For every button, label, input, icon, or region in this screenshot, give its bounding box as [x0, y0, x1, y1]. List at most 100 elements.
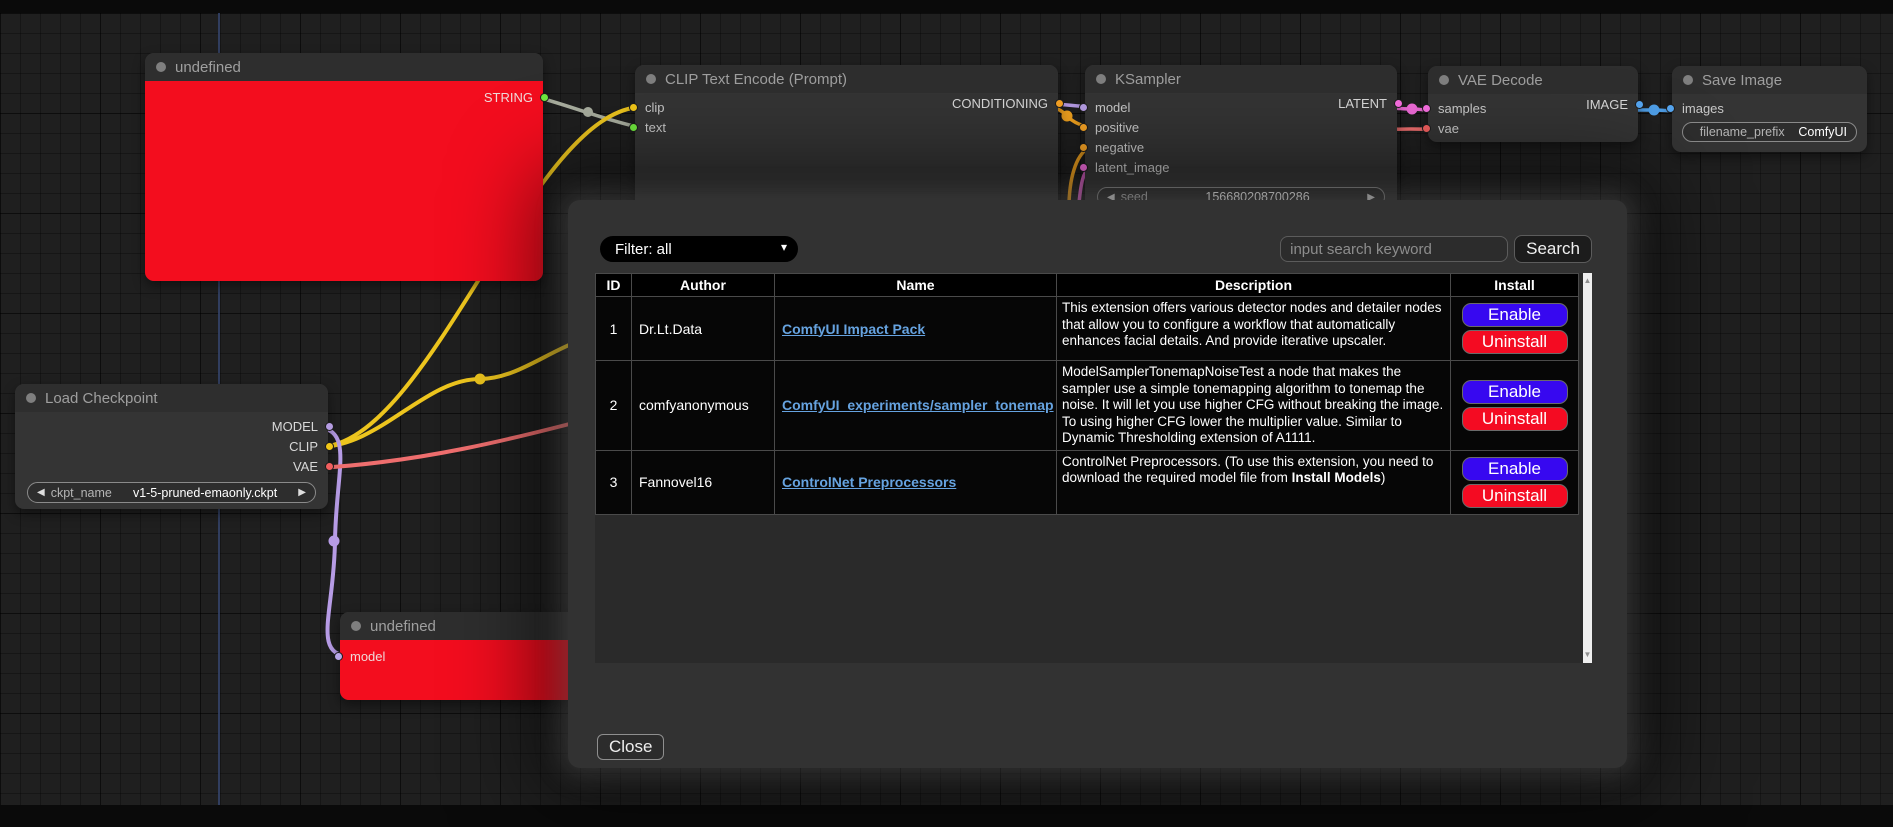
- uninstall-button[interactable]: Uninstall: [1462, 484, 1568, 508]
- uninstall-button[interactable]: Uninstall: [1462, 330, 1568, 354]
- scrollbar[interactable]: ▲ ▼: [1583, 273, 1592, 663]
- slot-label: images: [1682, 101, 1724, 116]
- filter-select[interactable]: Filter: all: [600, 236, 798, 262]
- node-title-bar[interactable]: VAE Decode: [1428, 66, 1638, 94]
- extension-link[interactable]: ComfyUI Impact Pack: [782, 321, 925, 337]
- slot-dot-images[interactable]: [1666, 104, 1675, 113]
- slot-dot-CONDITIONING[interactable]: [1055, 99, 1064, 108]
- collapse-dot-icon[interactable]: [1096, 74, 1106, 84]
- node-title: Load Checkpoint: [45, 390, 158, 407]
- slot-dot-positive[interactable]: [1079, 123, 1088, 132]
- column-header-install: Install: [1451, 274, 1579, 297]
- prev-arrow-icon[interactable]: ◀: [37, 487, 45, 498]
- slot-dot-text[interactable]: [629, 123, 638, 132]
- collapse-dot-icon[interactable]: [351, 621, 361, 631]
- slot-CONDITIONING: CONDITIONING: [635, 93, 1058, 113]
- filename-prefix-widget[interactable]: filename_prefix ComfyUI: [1682, 122, 1857, 142]
- slot-positive: positive: [1085, 117, 1397, 137]
- slot-dot-latent_image[interactable]: [1079, 163, 1088, 172]
- slot-dot-IMAGE[interactable]: [1635, 100, 1644, 109]
- slot-dot-VAE[interactable]: [325, 462, 334, 471]
- node-title-bar[interactable]: Save Image: [1672, 66, 1867, 94]
- extension-table-body: 1Dr.Lt.DataComfyUI Impact PackThis exten…: [596, 297, 1579, 515]
- node-save-image[interactable]: Save Image images filename_prefix ComfyU…: [1672, 66, 1867, 152]
- node-title: undefined: [370, 618, 436, 635]
- slot-dot-CLIP[interactable]: [325, 442, 334, 451]
- slot-MODEL: MODEL: [15, 416, 328, 436]
- extension-author: Dr.Lt.Data: [632, 297, 775, 361]
- slot-label: latent_image: [1095, 160, 1169, 175]
- slot-label: CONDITIONING: [952, 96, 1048, 111]
- collapse-dot-icon[interactable]: [156, 62, 166, 72]
- extension-row: 2comfyanonymousComfyUI_experiments/sampl…: [596, 361, 1579, 451]
- extension-id: 3: [596, 450, 632, 514]
- slot-label: text: [645, 120, 666, 135]
- slot-vae: vae: [1428, 118, 1638, 138]
- enable-button[interactable]: Enable: [1462, 380, 1568, 404]
- slot-label: model: [350, 649, 385, 664]
- collapse-dot-icon[interactable]: [26, 393, 36, 403]
- enable-button[interactable]: Enable: [1462, 457, 1568, 481]
- slot-LATENT: LATENT: [1085, 93, 1397, 113]
- close-button[interactable]: Close: [597, 734, 664, 760]
- widget-label: ckpt_name: [51, 486, 112, 500]
- collapse-dot-icon[interactable]: [1439, 75, 1449, 85]
- extension-list-scroll-area[interactable]: IDAuthorNameDescriptionInstall 1Dr.Lt.Da…: [595, 273, 1592, 663]
- search-input[interactable]: [1280, 236, 1508, 262]
- node-title-bar[interactable]: Load Checkpoint: [15, 384, 328, 412]
- node-title: Save Image: [1702, 72, 1782, 89]
- node-title-bar[interactable]: CLIP Text Encode (Prompt): [635, 65, 1058, 93]
- extension-description: This extension offers various detector n…: [1057, 297, 1451, 361]
- search-button[interactable]: Search: [1514, 235, 1592, 263]
- slot-label: STRING: [484, 90, 533, 105]
- widget-label: filename_prefix: [1692, 125, 1792, 139]
- node-title: undefined: [175, 59, 241, 76]
- output-slots: LATENT: [1085, 93, 1397, 113]
- window-bottom-strip: [0, 805, 1893, 827]
- slot-dot-MODEL[interactable]: [325, 422, 334, 431]
- node-ksampler[interactable]: KSampler modelpositivenegativelatent_ima…: [1085, 65, 1397, 215]
- slot-IMAGE: IMAGE: [1428, 94, 1638, 114]
- column-header-id: ID: [596, 274, 632, 297]
- collapse-dot-icon[interactable]: [1683, 75, 1693, 85]
- column-header-author: Author: [632, 274, 775, 297]
- slot-label: VAE: [293, 459, 318, 474]
- input-slots: images: [1672, 98, 1867, 118]
- slot-dot-vae[interactable]: [1422, 124, 1431, 133]
- node-body: STRING: [145, 81, 543, 281]
- slot-label: IMAGE: [1586, 97, 1628, 112]
- slot-label: CLIP: [289, 439, 318, 454]
- extension-link[interactable]: ControlNet Preprocessors: [782, 474, 956, 490]
- enable-button[interactable]: Enable: [1462, 303, 1568, 327]
- scroll-up-arrow-icon[interactable]: ▲: [1583, 277, 1592, 285]
- node-title: CLIP Text Encode (Prompt): [665, 71, 847, 88]
- column-header-name: Name: [775, 274, 1057, 297]
- extension-link[interactable]: ComfyUI_experiments/sampler_tonemap: [782, 397, 1054, 413]
- slot-negative: negative: [1085, 137, 1397, 157]
- slot-dot-negative[interactable]: [1079, 143, 1088, 152]
- node-load-checkpoint[interactable]: Load Checkpoint MODEL CLIP VAE ◀ ckpt_name…: [15, 384, 328, 509]
- slot-dot-model[interactable]: [334, 652, 343, 661]
- slot-label: positive: [1095, 120, 1139, 135]
- node-clip-text-encode[interactable]: CLIP Text Encode (Prompt) cliptext CONDI…: [635, 65, 1058, 215]
- scroll-down-arrow-icon[interactable]: ▼: [1583, 651, 1592, 659]
- slot-dot-STRING[interactable]: [540, 93, 549, 102]
- slot-label: MODEL: [272, 419, 318, 434]
- node-title: KSampler: [1115, 71, 1181, 88]
- node-undefined-top[interactable]: undefined STRING: [145, 53, 543, 281]
- extension-install-cell: Enable Uninstall: [1451, 297, 1579, 361]
- node-title-bar[interactable]: KSampler: [1085, 65, 1397, 93]
- extension-row: 3Fannovel16ControlNet PreprocessorsContr…: [596, 450, 1579, 514]
- slot-label: LATENT: [1338, 96, 1387, 111]
- collapse-dot-icon[interactable]: [646, 74, 656, 84]
- next-arrow-icon[interactable]: ▶: [298, 487, 306, 498]
- window-top-strip: [0, 0, 1893, 13]
- uninstall-button[interactable]: Uninstall: [1462, 407, 1568, 431]
- slot-dot-LATENT[interactable]: [1394, 99, 1403, 108]
- extension-row: 1Dr.Lt.DataComfyUI Impact PackThis exten…: [596, 297, 1579, 361]
- extension-description: ModelSamplerTonemapNoiseTest a node that…: [1057, 361, 1451, 451]
- node-title-bar[interactable]: undefined: [145, 53, 543, 81]
- node-vae-decode[interactable]: VAE Decode samplesvae IMAGE: [1428, 66, 1638, 142]
- extension-install-cell: Enable Uninstall: [1451, 450, 1579, 514]
- ckpt-name-widget[interactable]: ◀ ckpt_name v1-5-pruned-emaonly.ckpt ▶: [27, 482, 316, 503]
